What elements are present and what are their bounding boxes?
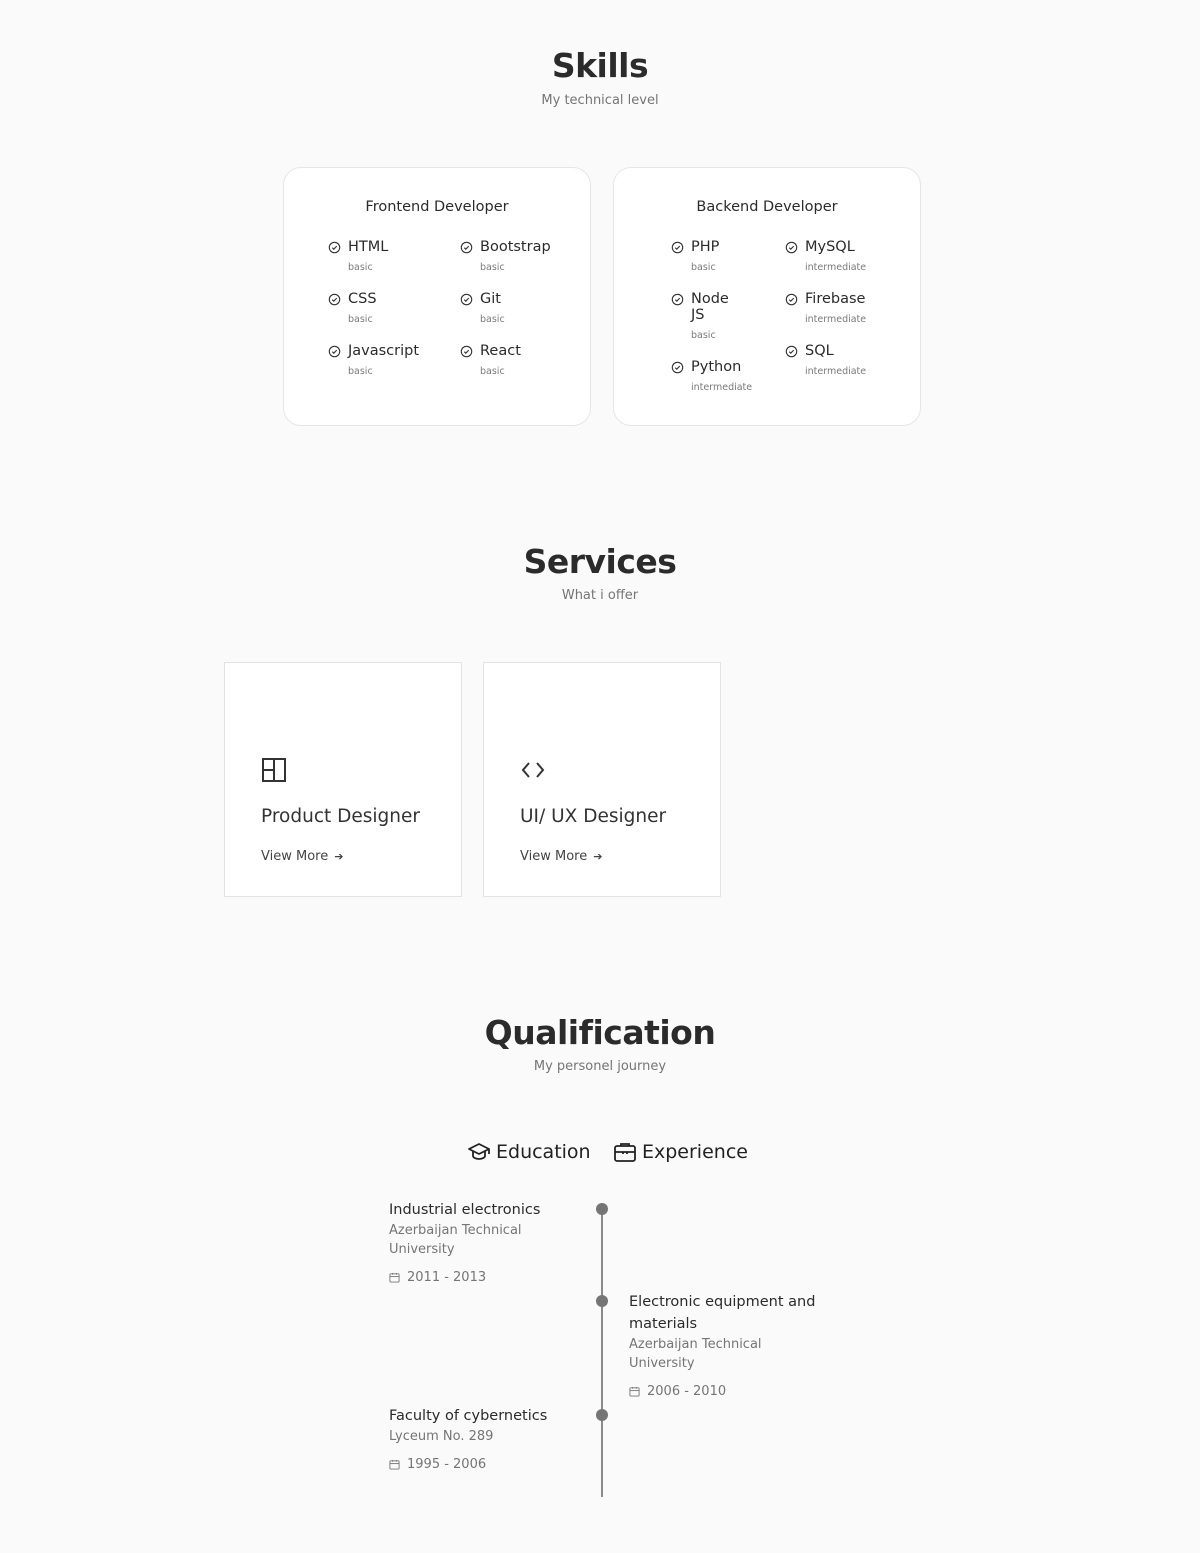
graduation-cap-icon — [468, 1143, 490, 1160]
skill-name: Firebase — [805, 291, 866, 307]
skill-name: SQL — [805, 343, 834, 359]
qualification-title: Qualification — [484, 1013, 716, 1052]
skill-name: PHP — [691, 239, 720, 255]
entry-date: 2006 - 2010 — [629, 1384, 829, 1399]
skill-level: intermediate — [805, 314, 867, 325]
skill-level: intermediate — [691, 382, 753, 393]
skill-level: basic — [348, 366, 373, 377]
code-icon — [521, 762, 545, 778]
skills-subtitle: My technical level — [541, 93, 659, 108]
skill-name: Javascript — [348, 343, 420, 359]
qualification-subtitle: My personel journey — [533, 1059, 667, 1074]
check-circle-icon — [460, 345, 473, 358]
skill-name: React — [480, 343, 521, 359]
entry-subtitle: Lyceum No. 289 — [389, 1429, 494, 1444]
services-title: Services — [523, 542, 677, 581]
skill-level: intermediate — [805, 262, 867, 273]
check-circle-icon — [785, 241, 798, 254]
skill-name: CSS — [348, 291, 377, 307]
entry-date: 2011 - 2013 — [389, 1270, 569, 1285]
calendar-icon — [629, 1386, 640, 1397]
timeline-dot — [596, 1203, 608, 1215]
entry-title: Faculty of cybernetics — [389, 1408, 548, 1424]
entry-title: Industrial electronics — [389, 1202, 541, 1218]
check-circle-icon — [328, 345, 341, 358]
entry-date-text: 2006 - 2010 — [647, 1384, 727, 1399]
backend-card-title: Backend Developer — [696, 199, 838, 215]
tab-education-label: Education — [496, 1141, 591, 1163]
skill-level: intermediate — [805, 366, 867, 377]
entry-title: Electronic equipment and materials — [629, 1294, 816, 1332]
skill-name: Node — [691, 291, 729, 307]
service-card-product-designer: Product Designer View More ➔ — [224, 662, 462, 897]
check-circle-icon — [328, 293, 341, 306]
calendar-icon — [389, 1459, 400, 1470]
check-circle-icon — [671, 361, 684, 374]
check-circle-icon — [460, 293, 473, 306]
service-title: UI/ UX Designer — [520, 806, 667, 827]
entry-date: 1995 - 2006 — [389, 1457, 579, 1472]
calendar-icon — [389, 1272, 400, 1283]
check-circle-icon — [671, 293, 684, 306]
check-circle-icon — [785, 293, 798, 306]
qualification-entry: Electronic equipment and materials Azerb… — [629, 1291, 829, 1399]
skill-name: Python — [691, 359, 742, 375]
skill-level: basic — [480, 262, 505, 273]
check-circle-icon — [328, 241, 341, 254]
view-more-label: View More — [520, 849, 588, 864]
entry-date-text: 2011 - 2013 — [407, 1270, 487, 1285]
timeline-dot — [596, 1409, 608, 1421]
check-circle-icon — [785, 345, 798, 358]
skill-level: basic — [348, 262, 373, 273]
view-more-link[interactable]: View More ➔ — [520, 849, 602, 864]
skill-level: basic — [480, 366, 505, 377]
arrow-right-icon: ➔ — [593, 850, 603, 863]
skills-title: Skills — [551, 46, 649, 85]
skill-level: basic — [691, 330, 716, 341]
skill-name: Git — [480, 291, 501, 307]
entry-subtitle: Azerbaijan Technical University — [629, 1337, 762, 1371]
arrow-right-icon: ➔ — [334, 850, 344, 863]
skill-name: Bootstrap — [480, 239, 551, 255]
backend-skills-card: Backend Developer PHP basic MySQL interm… — [613, 167, 921, 426]
entry-date-text: 1995 - 2006 — [407, 1457, 487, 1472]
briefcase-icon — [614, 1143, 636, 1162]
layout-icon — [262, 758, 286, 782]
skill-name: MySQL — [805, 239, 855, 255]
skill-level: basic — [348, 314, 373, 325]
qualification-entry: Faculty of cybernetics Lyceum No. 289 19… — [389, 1405, 579, 1472]
frontend-card-title: Frontend Developer — [365, 199, 509, 215]
skill-level: basic — [480, 314, 505, 325]
tab-experience-label: Experience — [642, 1141, 748, 1163]
skill-name-line2: JS — [691, 307, 705, 323]
service-title: Product Designer — [261, 806, 420, 827]
tab-education[interactable]: Education — [467, 1140, 591, 1164]
service-card-uiux-designer: UI/ UX Designer View More ➔ — [483, 662, 721, 897]
skill-level: basic — [691, 262, 716, 273]
qualification-entry: Industrial electronics Azerbaijan Techni… — [389, 1199, 569, 1285]
timeline-dot — [596, 1295, 608, 1307]
skill-name: HTML — [348, 239, 389, 255]
entry-subtitle: Azerbaijan Technical University — [389, 1223, 522, 1257]
timeline-line — [601, 1209, 603, 1497]
check-circle-icon — [671, 241, 684, 254]
view-more-link[interactable]: View More ➔ — [261, 849, 343, 864]
tab-experience[interactable]: Experience — [613, 1140, 748, 1164]
check-circle-icon — [460, 241, 473, 254]
view-more-label: View More — [261, 849, 329, 864]
frontend-skills-card: Frontend Developer HTML basic Bootstrap … — [283, 167, 591, 426]
services-subtitle: What i offer — [561, 588, 639, 603]
